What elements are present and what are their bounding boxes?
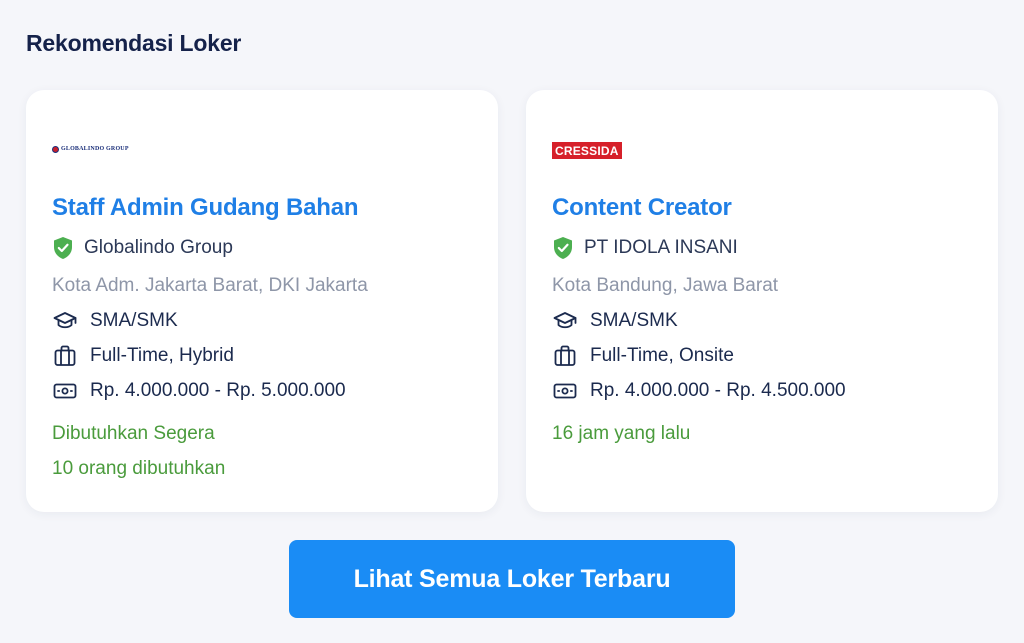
job-location: Kota Adm. Jakarta Barat, DKI Jakarta [52, 275, 368, 296]
job-card[interactable]: GLOBALINDO GROUP Staff Admin Gudang Baha… [26, 90, 498, 512]
globalindo-logo-mark [52, 145, 59, 153]
section-title: Rekomendasi Loker [26, 30, 242, 56]
education-row: SMA/SMK [552, 309, 678, 333]
work-type-row: Full-Time, Onsite [552, 344, 734, 368]
graduation-cap-icon [553, 312, 577, 329]
posted-time: 16 jam yang lalu [552, 423, 691, 444]
work-type-label: Full-Time, Onsite [590, 345, 734, 366]
salary-row: Rp. 4.000.000 - Rp. 5.000.000 [52, 379, 346, 403]
salary-row: Rp. 4.000.000 - Rp. 4.500.000 [552, 379, 846, 403]
verified-shield-icon [54, 237, 72, 259]
education-label: SMA/SMK [590, 310, 678, 331]
company-logo: CRESSIDA [552, 142, 622, 159]
urgency-status: Dibutuhkan Segera [52, 423, 215, 444]
graduation-cap-icon [53, 312, 77, 329]
company-row: PT IDOLA INSANI [552, 236, 738, 260]
company-row: Globalindo Group [52, 236, 233, 260]
job-title[interactable]: Content Creator [552, 194, 732, 222]
company-logo: GLOBALINDO GROUP [52, 144, 129, 154]
job-card[interactable]: CRESSIDA Content Creator PT IDOLA INSANI… [526, 90, 998, 512]
view-all-jobs-button[interactable]: Lihat Semua Loker Terbaru [289, 540, 735, 618]
company-logo-text: GLOBALINDO GROUP [61, 146, 129, 152]
banknote-icon [53, 383, 77, 399]
education-label: SMA/SMK [90, 310, 178, 331]
salary-label: Rp. 4.000.000 - Rp. 5.000.000 [90, 380, 346, 401]
briefcase-icon [554, 345, 576, 366]
company-name: PT IDOLA INSANI [584, 237, 738, 258]
job-title[interactable]: Staff Admin Gudang Bahan [52, 194, 359, 222]
openings-count: 10 orang dibutuhkan [52, 458, 226, 479]
banknote-icon [553, 383, 577, 399]
education-row: SMA/SMK [52, 309, 178, 333]
briefcase-icon [54, 345, 76, 366]
work-type-label: Full-Time, Hybrid [90, 345, 234, 366]
job-location: Kota Bandung, Jawa Barat [552, 275, 779, 296]
work-type-row: Full-Time, Hybrid [52, 344, 234, 368]
verified-shield-icon [554, 237, 572, 259]
company-name: Globalindo Group [84, 237, 233, 258]
salary-label: Rp. 4.000.000 - Rp. 4.500.000 [590, 380, 846, 401]
